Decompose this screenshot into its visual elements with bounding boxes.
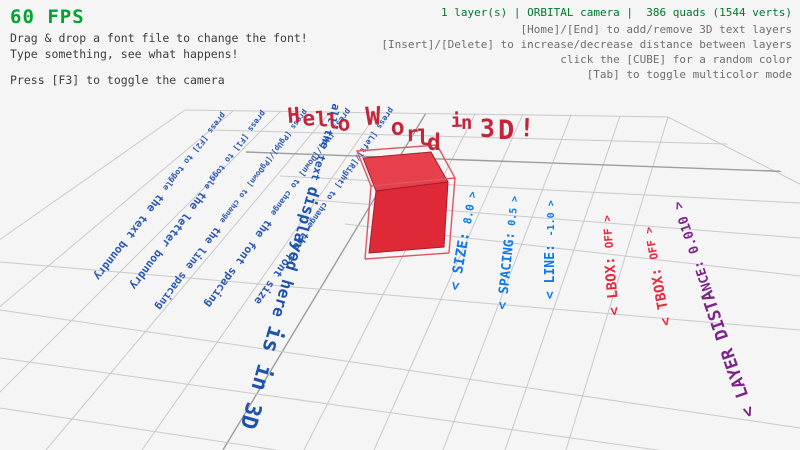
wave-letter: o [337, 111, 351, 136]
wave-letter: 3 [480, 114, 496, 143]
wave-letter: H [286, 103, 301, 128]
app-window: press [F2] to toggle the text boundrypre… [0, 0, 800, 450]
wave-letter: W [365, 101, 382, 131]
wave-letter: o [390, 115, 405, 141]
ground-text-opt-line: < LINE: -1.0 > [543, 200, 558, 299]
scene-3d: press [F2] to toggle the text boundrypre… [0, 0, 800, 450]
wave-letter: D [498, 115, 514, 146]
wave-letter: ! [519, 113, 535, 143]
cube-front-face[interactable] [369, 182, 448, 253]
wave-letter: d [427, 130, 441, 156]
wave-letter: n [461, 112, 473, 134]
